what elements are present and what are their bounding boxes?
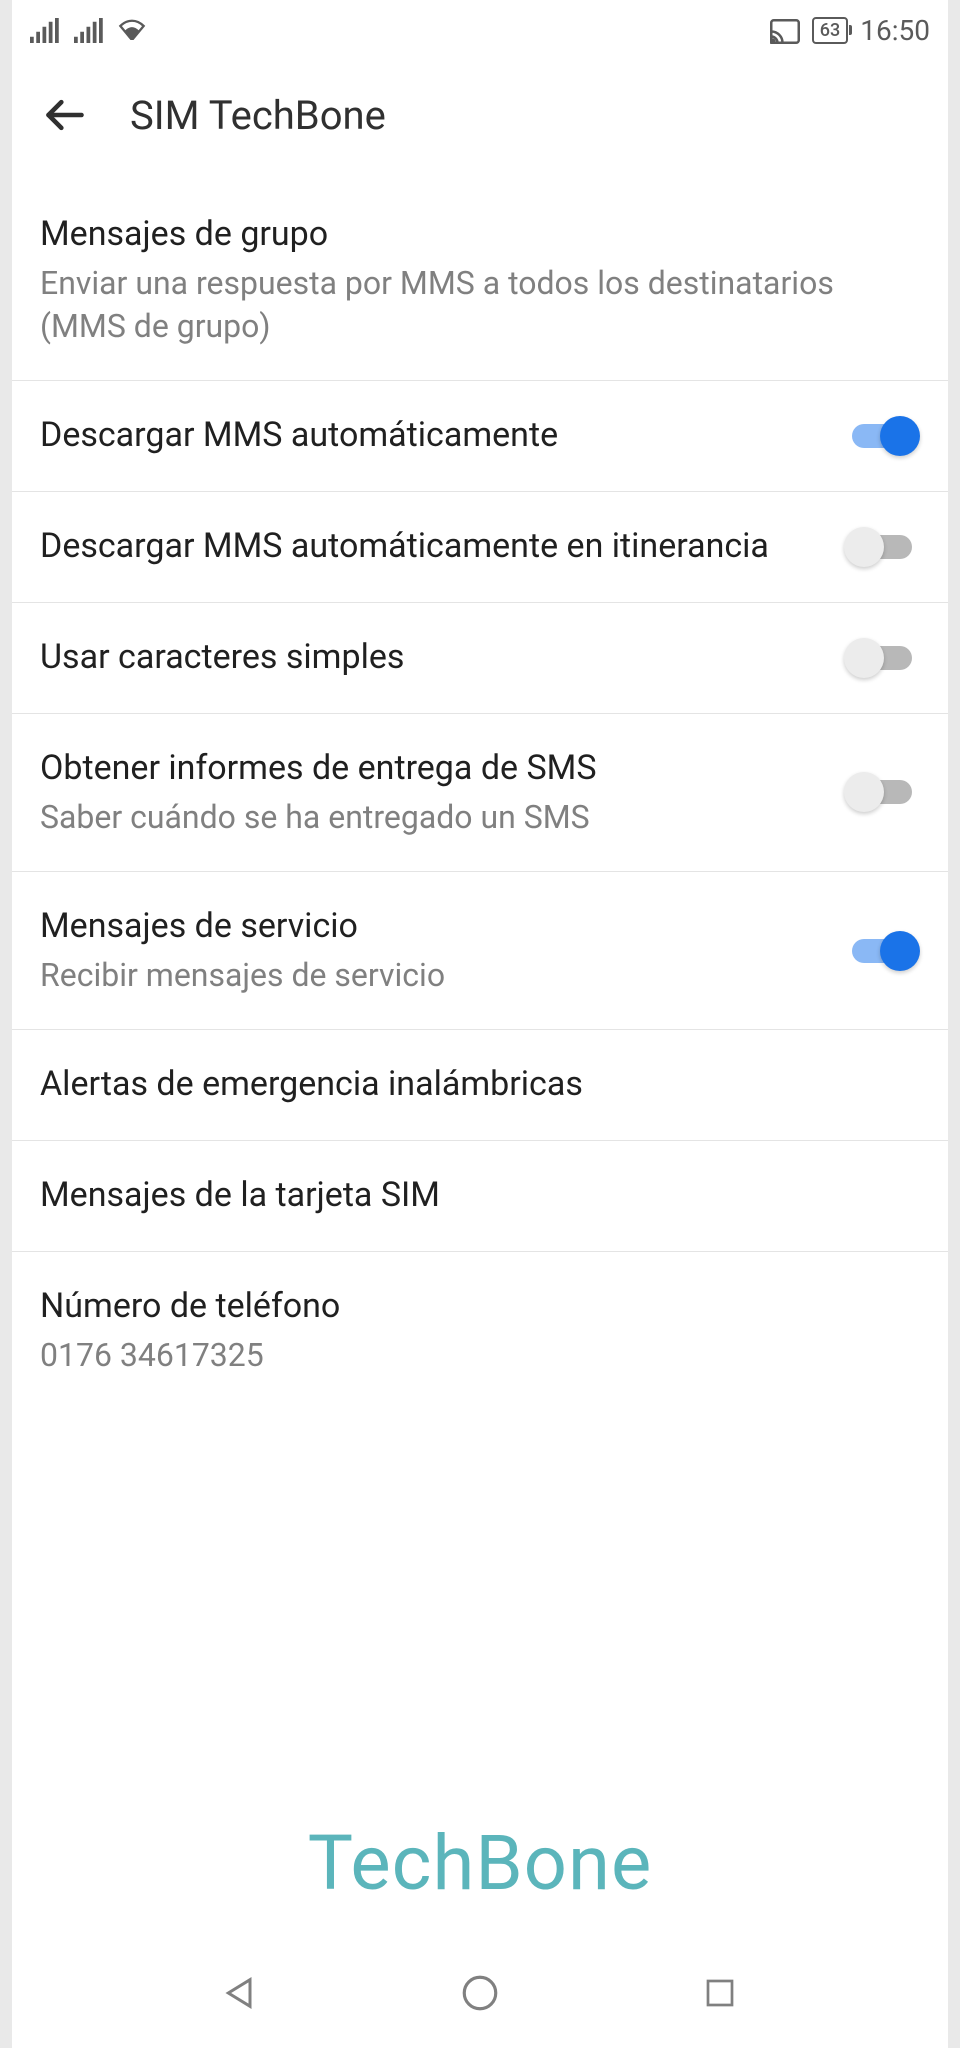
status-left: [30, 18, 146, 42]
toggle-service-messages[interactable]: [844, 929, 920, 973]
navigation-bar: [0, 1938, 960, 2048]
setting-title: Mensajes de la tarjeta SIM: [40, 1173, 920, 1219]
setting-phone-number[interactable]: Número de teléfono 0176 34617325: [0, 1252, 960, 1409]
wifi-icon: [118, 19, 146, 41]
back-button[interactable]: [40, 90, 90, 140]
battery-percent: 63: [820, 20, 840, 41]
setting-title: Descargar MMS automáticamente: [40, 413, 814, 459]
page-title: SIM TechBone: [130, 92, 386, 139]
setting-group-messages[interactable]: Mensajes de grupo Enviar una respuesta p…: [0, 180, 960, 381]
setting-subtitle: Saber cuándo se ha entregado un SMS: [40, 796, 814, 839]
setting-auto-download-mms[interactable]: Descargar MMS automáticamente: [0, 381, 960, 492]
setting-title: Mensajes de grupo: [40, 212, 920, 258]
setting-title: Mensajes de servicio: [40, 904, 814, 950]
status-bar: 63 16:50: [0, 0, 960, 60]
nav-recent-button[interactable]: [695, 1968, 745, 2018]
battery-icon: 63: [812, 17, 848, 44]
signal-icon-2: [74, 18, 104, 42]
signal-icon: [30, 18, 60, 42]
setting-delivery-reports[interactable]: Obtener informes de entrega de SMS Saber…: [0, 714, 960, 872]
setting-service-messages[interactable]: Mensajes de servicio Recibir mensajes de…: [0, 872, 960, 1030]
setting-title: Número de teléfono: [40, 1284, 920, 1330]
setting-emergency-alerts[interactable]: Alertas de emergencia inalámbricas: [0, 1030, 960, 1141]
setting-title: Descargar MMS automáticamente en itinera…: [40, 524, 814, 570]
status-right: 63 16:50: [770, 14, 930, 47]
nav-home-button[interactable]: [455, 1968, 505, 2018]
setting-subtitle: 0176 34617325: [40, 1334, 920, 1377]
settings-list: Mensajes de grupo Enviar una respuesta p…: [0, 180, 960, 1409]
setting-subtitle: Enviar una respuesta por MMS a todos los…: [40, 262, 920, 348]
watermark: TechBone: [308, 1818, 653, 1908]
setting-title: Usar caracteres simples: [40, 635, 814, 681]
nav-back-button[interactable]: [215, 1968, 265, 2018]
clock: 16:50: [860, 14, 930, 47]
setting-title: Alertas de emergencia inalámbricas: [40, 1062, 920, 1108]
setting-sim-messages[interactable]: Mensajes de la tarjeta SIM: [0, 1141, 960, 1252]
setting-simple-chars[interactable]: Usar caracteres simples: [0, 603, 960, 714]
toggle-auto-download-mms[interactable]: [844, 414, 920, 458]
setting-title: Obtener informes de entrega de SMS: [40, 746, 814, 792]
setting-auto-download-mms-roaming[interactable]: Descargar MMS automáticamente en itinera…: [0, 492, 960, 603]
app-bar: SIM TechBone: [0, 60, 960, 180]
setting-subtitle: Recibir mensajes de servicio: [40, 954, 814, 997]
cast-icon: [770, 18, 800, 42]
toggle-roaming-mms[interactable]: [844, 525, 920, 569]
toggle-simple-chars[interactable]: [844, 636, 920, 680]
toggle-delivery-reports[interactable]: [844, 770, 920, 814]
